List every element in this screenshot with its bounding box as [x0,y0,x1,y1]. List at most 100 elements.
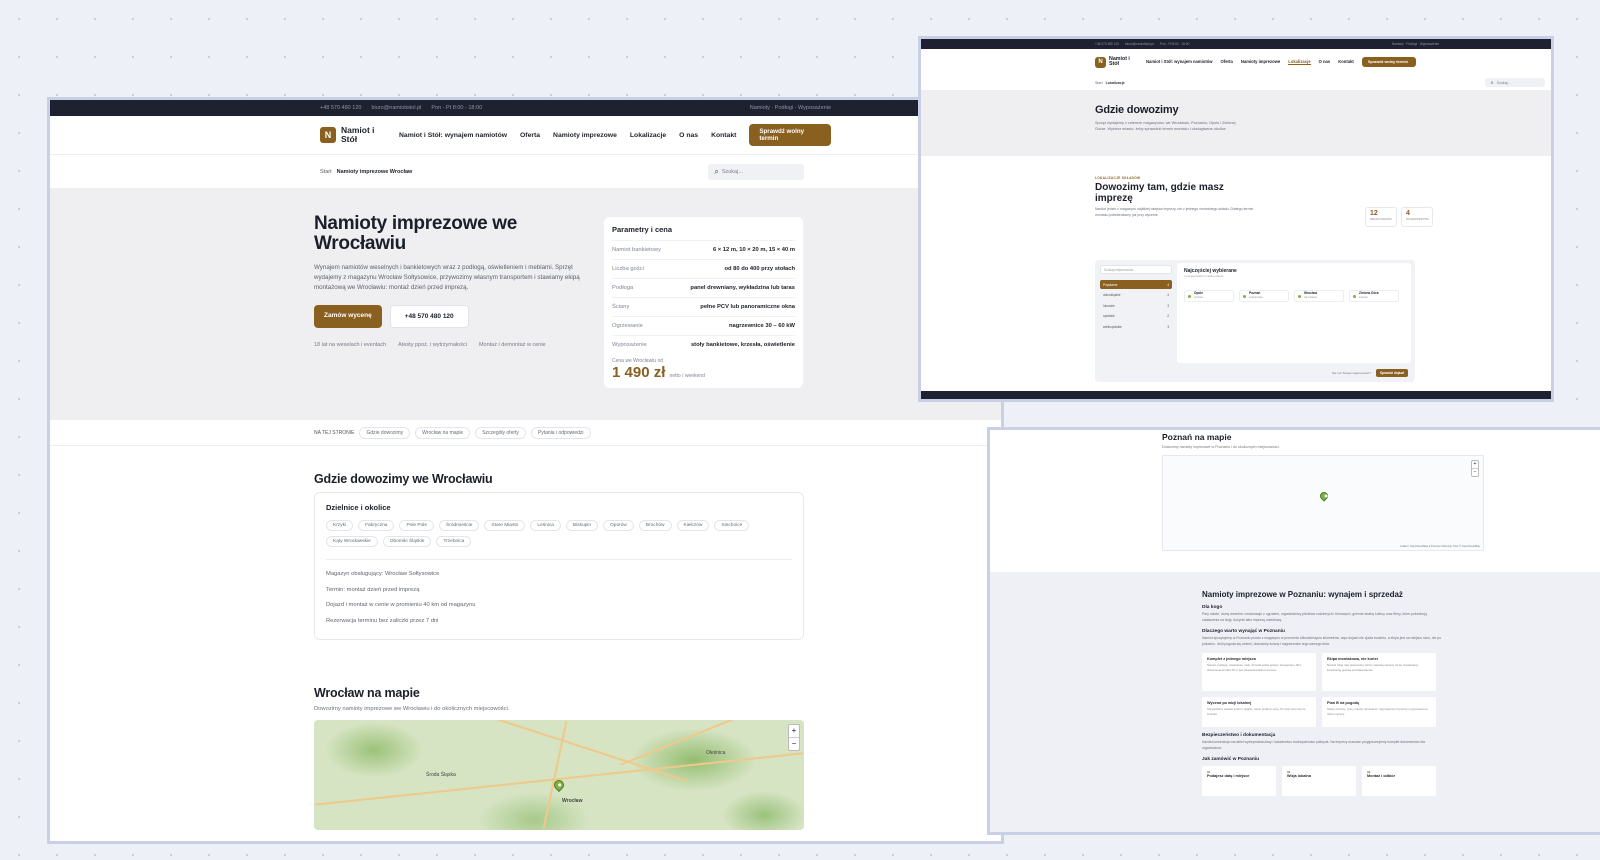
search-input[interactable]: ⌕ Szukaj... [1484,78,1545,87]
region-item[interactable]: Popularne 4 [1100,280,1172,289]
region-item[interactable]: dolnośląskie 4 [1100,291,1172,300]
district-chip[interactable]: Fabryczna [358,520,395,531]
benefit-card: Plan B na pogodę Ściany boczne, rynny mię… [1322,697,1436,727]
city-card[interactable]: Wrocław dolnośląskie [1294,290,1344,302]
district-chip[interactable]: Oborniki Śląskie [382,536,432,547]
districts-box: Dzielnice i okolice Krzyki Fabryczna Pole … [314,492,804,640]
zoom-in-button[interactable]: + [1472,461,1478,468]
benefit-card: Ekipa montażowa, nie kurier Montaż robią … [1322,653,1436,691]
city-card[interactable]: Opole opolskie [1184,290,1234,302]
districts-title: Dzielnice i okolice [326,503,391,512]
topbar-phone[interactable]: +48 570 480 120 [1095,42,1119,46]
stat-regions: 4 WOJEWÓDZTWA [1401,207,1433,227]
heading-order: Jak zamówić w Poznaniu [1202,757,1260,762]
hero-features: 18 lat na weselach i eventach Atesty ppo… [314,342,594,348]
nav-link-party-tents[interactable]: Namioty imprezowe [553,132,617,139]
district-chip[interactable]: Krzyki [326,520,354,531]
search-placeholder: Szukaj... [1496,80,1511,85]
delivery-section: Gdzie dowozimy we Wrocławiu Dzielnice i … [50,446,1001,830]
nav-link-contact[interactable]: Kontakt [711,132,736,139]
nav-link-contact[interactable]: Kontakt [1338,59,1354,65]
logo[interactable]: N Namiot i Stół [1095,56,1137,68]
zoom-out-button[interactable]: − [789,737,799,750]
region-item[interactable]: wielkopolskie 3 [1100,322,1172,331]
hero-section: Namioty imprezowe we Wrocławiu Wynajem n… [50,188,1001,420]
param-row: Ogrzewanie nagrzewnice 30 – 60 kW [612,316,795,335]
nav-link-about[interactable]: O nas [1319,59,1331,65]
breadcrumb-bar: Start Lokalizacje ⌕ Szukaj... [921,75,1551,90]
anchor-details[interactable]: Szczegóły oferty [475,426,526,439]
section-description: Namiot jedzie z magazynu najbliżej miejs… [1095,207,1254,217]
check-date-button[interactable]: Sprawdź wolny termin [749,124,832,146]
topbar-email[interactable]: biuro@namiotistol.pl [371,105,421,111]
district-chip[interactable]: Siechnice [714,520,750,531]
breadcrumb-root[interactable]: Start [1095,81,1103,85]
district-chip[interactable]: Kąty Wrocławskie [326,536,378,547]
nav-link-offer[interactable]: Oferta [1221,59,1233,65]
district-chip[interactable]: Pole Pole [399,520,435,531]
check-date-button[interactable]: Sprawdź wolny termin [1361,56,1416,68]
district-chip[interactable]: Biskupin [565,520,599,531]
nav-link-home[interactable]: Namiot i Stół: wynajem namiotów [399,132,507,139]
map-label-wroclaw: Wrocław [562,798,583,804]
map-view[interactable]: Środa Śląska Wrocław Oleśnica + − [314,720,804,830]
search-icon: ⌕ [714,166,719,176]
hero-description: Sprzęt wydajemy z czterech magazynów: we… [1095,121,1236,131]
topbar-tagline: Namioty · Podłogi · Wyposażenie [749,105,831,111]
nav-link-party-tents[interactable]: Namioty imprezowe [1241,59,1280,65]
nav-link-about[interactable]: O nas [679,132,698,139]
map-title: Wrocław na mapie [314,686,420,700]
info-term: Termin: montaż dzień przed imprezą [326,586,420,593]
district-chip[interactable]: Kiełczów [676,520,710,531]
region-item[interactable]: opolskie 2 [1100,312,1172,321]
logo-badge: N [1095,56,1106,68]
heading-who: Dla kogo [1202,605,1223,610]
nav-link-offer[interactable]: Oferta [520,132,540,139]
missing-town-text: Nie ma Twojej miejscowości? [1331,371,1371,375]
district-chip[interactable]: Śródmieście [439,520,480,531]
region-sidebar: Szukaj miejscowości... Popularne 4 dolnoś… [1100,265,1172,333]
map-pin-icon[interactable] [1318,490,1330,502]
anchor-faq[interactable]: Pytania i odpowiedzi [530,426,591,439]
topbar-phone[interactable]: +48 570 480 120 [320,105,361,111]
check-delivery-button[interactable]: Sprawdź dojazd [1375,369,1408,377]
popular-towns: Najczęściej wybierane 4 miejscowości w n… [1177,263,1411,363]
nav-link-locations[interactable]: Lokalizacje [630,132,666,139]
zoom-out-button[interactable]: − [1472,468,1478,476]
map-view[interactable]: + − Leaflet | OpenStreetMap ♥ Premium Na… [1162,455,1484,551]
city-card[interactable]: Zielona Góra lubuskie [1349,290,1399,302]
feature-experience: 18 lat na weselach i eventach [314,342,387,348]
district-chip[interactable]: Oporów [603,520,634,531]
topbar-email[interactable]: biuro@namiotistol.pl [1125,42,1154,46]
anchor-delivery[interactable]: Gdzie dowozimy [359,426,411,439]
logo[interactable]: N Namiot i Stół [320,126,385,144]
phone-button[interactable]: +48 570 480 120 [389,305,469,328]
breadcrumb-root[interactable]: Start [320,169,332,175]
region-item[interactable]: lubuskie 3 [1100,301,1172,310]
heading-safety: Bezpieczeństwo i dokumentacja [1202,733,1276,738]
nav-link-home[interactable]: Namiot i Stół: wynajem namiotów [1146,59,1213,65]
benefit-card: Wycena po wizji lokalnej Sprawdzamy spade… [1202,697,1316,727]
nav-link-locations[interactable]: Lokalizacje [1288,59,1311,65]
town-search-input[interactable]: Szukaj miejscowości... [1100,265,1172,274]
district-chip[interactable]: Stare Miasto [484,520,526,531]
city-card[interactable]: Poznań wielkopolskie [1239,290,1289,302]
anchor-map[interactable]: Wrocław na mapie [415,426,471,439]
param-row: Namiot bankietowy 6 × 12 m, 10 × 20 m, 15… [612,240,795,259]
pin-icon [1243,294,1246,298]
district-chip[interactable]: Trzebnica [436,536,472,547]
district-chip[interactable]: Brochów [638,520,672,531]
search-input[interactable]: ⌕ Szukaj... [708,163,805,180]
missing-town-footer: Nie ma Twojej miejscowości? Sprawdź doja… [1332,369,1408,377]
poznan-content: Namioty imprezowe w Poznaniu: wynajem i … [990,572,1600,832]
logo-text: Namiot i Stół [341,125,375,144]
section-kicker: LOKALIZACJE SKŁADÓW [1095,176,1141,180]
district-chip[interactable]: Leśnica [530,520,561,531]
map-attribution[interactable]: Leaflet | OpenStreetMap ♥ Premium Namiot… [1400,545,1480,548]
zoom-in-button[interactable]: + [789,725,799,737]
map-label-olesnica: Oleśnica [706,750,726,756]
pin-icon [1298,294,1301,298]
param-row: Liczba gości od 80 do 400 przy stołach [612,259,795,278]
order-quote-button[interactable]: Zamów wycenę [314,305,382,328]
para-who: Pary młode, domy weselne i restauracje z… [1202,612,1427,622]
